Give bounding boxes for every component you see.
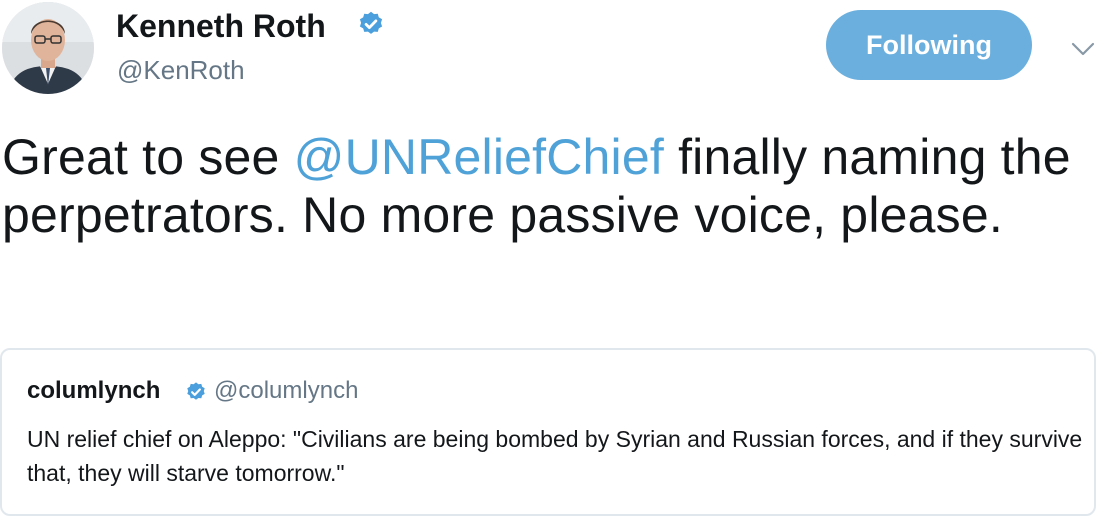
chevron-down-icon <box>1071 42 1095 56</box>
verified-badge-icon <box>359 11 383 34</box>
mention-link[interactable]: @UNReliefChief <box>294 129 664 185</box>
author-name[interactable]: Kenneth Roth <box>116 6 326 46</box>
tweet: Kenneth Roth @KenRoth Following Great to… <box>0 0 1100 519</box>
author-handle[interactable]: @KenRoth <box>117 54 245 86</box>
avatar[interactable] <box>2 2 94 94</box>
quoted-tweet-card[interactable]: columlynch @columlynch UN relief chief o… <box>0 348 1096 516</box>
following-button[interactable]: Following <box>826 10 1032 80</box>
verified-badge-icon <box>187 382 205 400</box>
quoted-tweet-text: UN relief chief on Aleppo: "Civilians ar… <box>27 426 1083 486</box>
tweet-text-before: Great to see <box>2 129 294 185</box>
user-photo-icon <box>2 2 94 94</box>
tweet-text: Great to see @UNReliefChief finally nami… <box>2 128 1082 244</box>
quoted-author-name[interactable]: columlynch <box>27 376 160 406</box>
tweet-menu-button[interactable] <box>1068 34 1098 64</box>
quoted-author-handle[interactable]: @columlynch <box>214 376 358 406</box>
